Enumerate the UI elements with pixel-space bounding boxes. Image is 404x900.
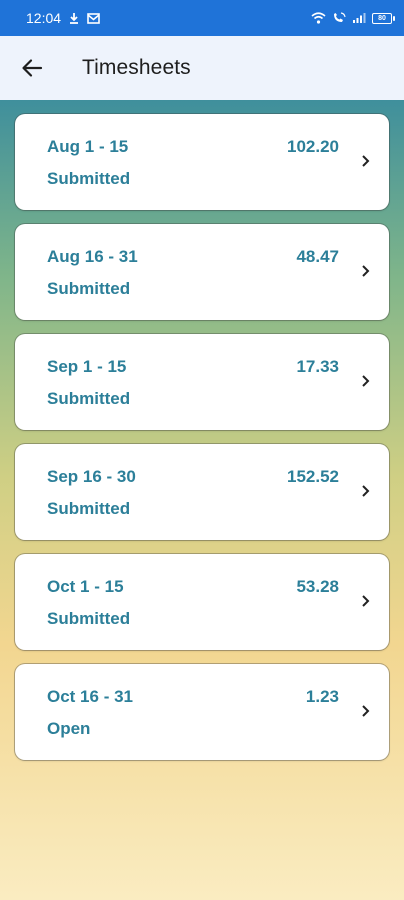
timesheet-hours: 53.28 [296,577,339,596]
chevron-right-icon [359,154,371,168]
clock: 12:04 [26,10,62,26]
timesheet-status: Submitted [47,389,131,408]
chevron-right-icon [359,704,371,718]
wifi-icon [311,12,326,24]
timesheet-hours: 48.47 [296,247,339,266]
arrow-left-icon [22,59,43,77]
timesheet-hours: 17.33 [296,357,339,376]
download-icon [69,12,79,24]
chevron-right-icon [359,374,371,388]
chevron-right-icon [359,484,371,498]
status-bar: 12:04 80 [0,0,404,36]
timesheet-period: Aug 16 - 31 [47,247,138,266]
battery-icon: 80 [372,12,395,24]
timesheet-card[interactable]: Sep 16 - 30 152.52 Submitted [15,444,389,540]
timesheet-period: Oct 16 - 31 [47,687,133,706]
timesheet-card[interactable]: Aug 16 - 31 48.47 Submitted [15,224,389,320]
timesheet-status: Submitted [47,499,131,518]
page-title: Timesheets [82,56,191,79]
timesheet-status: Submitted [47,279,131,298]
chevron-right-icon [359,264,371,278]
back-button[interactable] [16,52,48,84]
timesheet-card[interactable]: Oct 16 - 31 1.23 Open [15,664,389,760]
timesheet-period: Aug 1 - 15 [47,137,129,156]
timesheet-status: Open [47,719,91,738]
timesheet-period: Oct 1 - 15 [47,577,124,596]
timesheet-status: Submitted [47,169,131,188]
timesheet-hours: 1.23 [305,687,339,706]
timesheet-period: Sep 1 - 15 [47,357,127,376]
timesheet-period: Sep 16 - 30 [47,467,136,486]
timesheet-hours: 152.52 [287,467,339,486]
timesheet-hours: 102.20 [287,137,339,156]
timesheet-list: Aug 1 - 15 102.20 Submitted Aug 16 - 31 … [0,100,404,900]
mail-icon [87,12,100,24]
app-bar: Timesheets [0,36,404,100]
timesheet-status: Submitted [47,609,131,628]
status-right: 80 [311,12,395,24]
battery-level: 80 [378,14,386,22]
signal-icon [352,12,366,24]
wifi-call-icon [332,12,346,24]
timesheet-card[interactable]: Oct 1 - 15 53.28 Submitted [15,554,389,650]
timesheet-card[interactable]: Sep 1 - 15 17.33 Submitted [15,334,389,430]
status-left: 12:04 [26,10,100,26]
chevron-right-icon [359,594,371,608]
timesheet-card[interactable]: Aug 1 - 15 102.20 Submitted [15,114,389,210]
